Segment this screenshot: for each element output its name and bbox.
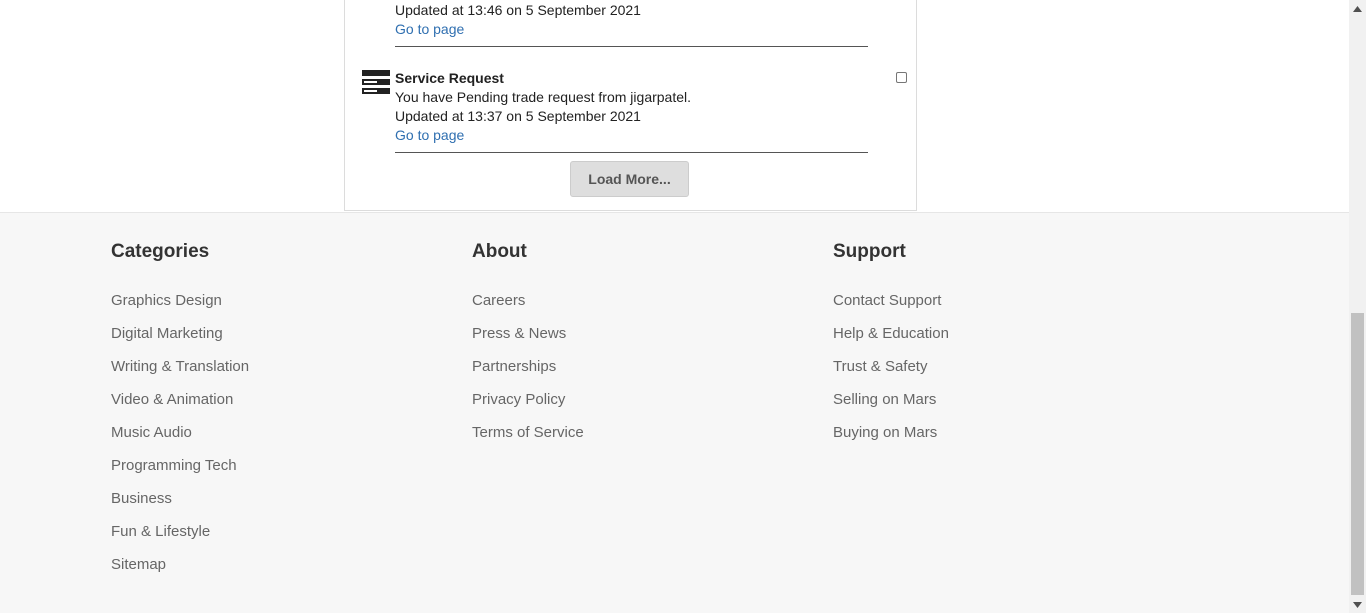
footer-link[interactable]: Buying on Mars — [833, 416, 1093, 449]
footer-link[interactable]: Selling on Mars — [833, 383, 1093, 416]
page: Updated at 13:46 on 5 September 2021 Go … — [0, 0, 1349, 613]
scroll-up-icon[interactable] — [1349, 0, 1366, 17]
notification-title: Service Request — [395, 70, 504, 86]
footer-link[interactable]: Terms of Service — [472, 416, 732, 449]
footer-link[interactable]: Music Audio — [111, 416, 371, 449]
load-more-button[interactable]: Load More... — [570, 161, 689, 197]
footer-link[interactable]: Business — [111, 482, 371, 515]
notifications-panel: Updated at 13:46 on 5 September 2021 Go … — [344, 0, 917, 211]
notification-updated: Updated at 13:46 on 5 September 2021 — [395, 2, 641, 18]
footer-link[interactable]: Programming Tech — [111, 449, 371, 482]
footer-heading-support: Support — [833, 241, 906, 262]
notification-checkbox[interactable] — [896, 72, 907, 83]
footer-link[interactable]: Trust & Safety — [833, 350, 1093, 383]
server-stack-icon — [362, 70, 390, 94]
footer-link[interactable]: Contact Support — [833, 284, 1093, 317]
footer-link[interactable]: Partnerships — [472, 350, 732, 383]
notification-message: You have Pending trade request from jiga… — [395, 89, 692, 105]
scrollbar-thumb[interactable] — [1351, 313, 1364, 595]
footer-link[interactable]: Sitemap — [111, 548, 371, 581]
footer-link[interactable]: Video & Animation — [111, 383, 371, 416]
footer-heading-about: About — [472, 241, 527, 262]
notification-divider — [395, 46, 868, 47]
footer-categories: Categories Graphics Design Digital Marke… — [111, 241, 249, 573]
footer-about: About Careers Press & News Partnerships … — [472, 241, 584, 441]
scroll-down-icon[interactable] — [1349, 596, 1366, 613]
footer-link[interactable]: Fun & Lifestyle — [111, 515, 371, 548]
vertical-scrollbar[interactable] — [1349, 0, 1366, 613]
notifications-area: Updated at 13:46 on 5 September 2021 Go … — [0, 0, 1349, 212]
footer-link[interactable]: Digital Marketing — [111, 317, 371, 350]
footer-link[interactable]: Careers — [472, 284, 732, 317]
footer-link[interactable]: Graphics Design — [111, 284, 371, 317]
notification-updated: Updated at 13:37 on 5 September 2021 — [395, 108, 641, 124]
footer-link[interactable]: Press & News — [472, 317, 732, 350]
footer-link[interactable]: Writing & Translation — [111, 350, 371, 383]
footer: Categories Graphics Design Digital Marke… — [0, 212, 1349, 613]
footer-heading-categories: Categories — [111, 241, 210, 262]
footer-link[interactable]: Help & Education — [833, 317, 1093, 350]
footer-link[interactable]: Privacy Policy — [472, 383, 732, 416]
go-to-page-link[interactable]: Go to page — [395, 20, 464, 39]
notification-divider — [395, 152, 868, 153]
go-to-page-link[interactable]: Go to page — [395, 126, 464, 145]
footer-support: Support Contact Support Help & Education… — [833, 241, 949, 441]
